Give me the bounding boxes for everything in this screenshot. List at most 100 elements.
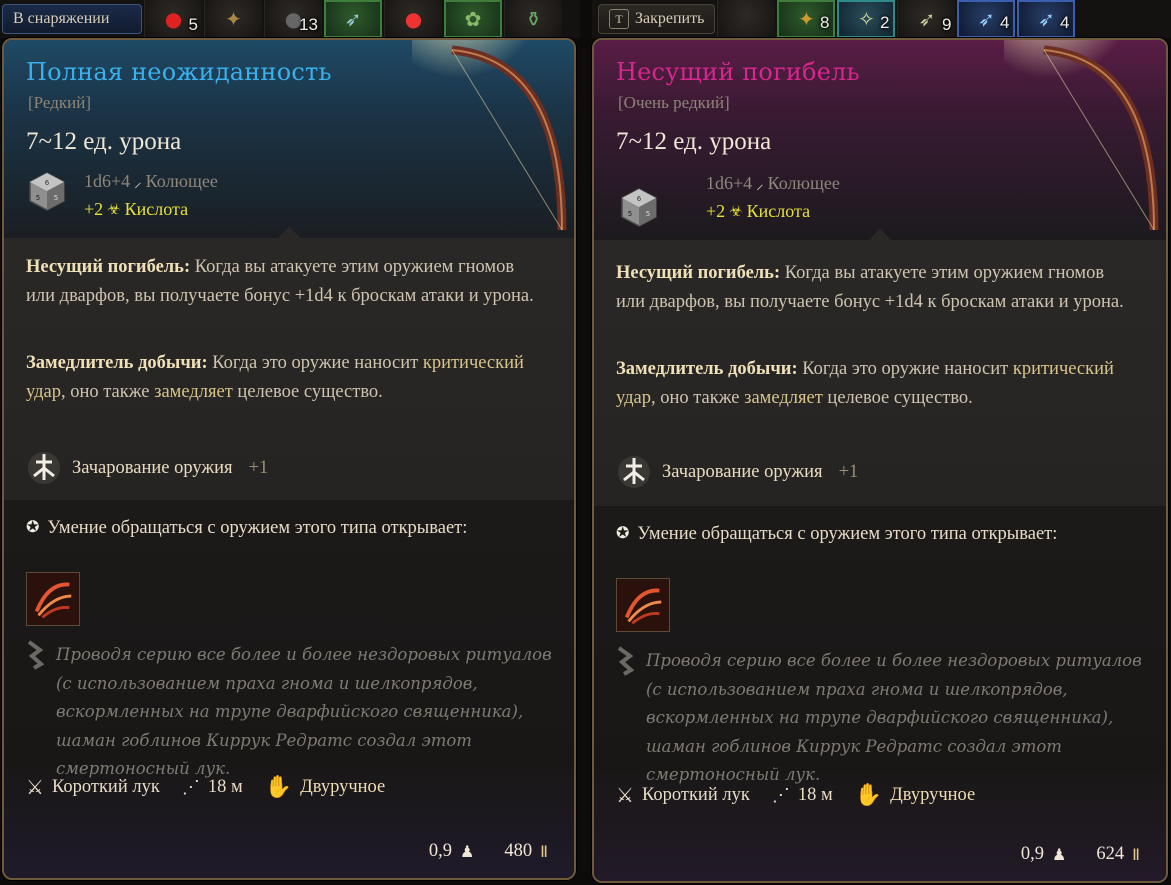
medal-icon: ✪ bbox=[616, 525, 630, 542]
hotbar-slot[interactable]: ✦ 8 bbox=[777, 0, 836, 38]
weapon-type[interactable]: ⚔ Короткий лук bbox=[616, 783, 750, 808]
passive-text: целевое существо. bbox=[822, 387, 973, 408]
passive-slowing: Замедлитель добычи: Когда это оружие нан… bbox=[26, 349, 546, 406]
hotbar-slot[interactable]: ● 13 bbox=[264, 0, 322, 38]
bow-icon bbox=[412, 40, 567, 231]
hotbar-slot[interactable]: ➶ bbox=[324, 0, 382, 38]
item-title: Несущий погибель bbox=[616, 58, 860, 86]
weapon-type-label: Короткий лук bbox=[641, 784, 750, 805]
item-tooltip-card: Несущий погибель [Очень редкий] 7~12 ед.… bbox=[592, 38, 1168, 883]
arrows-bundle-icon: ✦ bbox=[798, 7, 815, 31]
hotbar-slot[interactable]: ➶ 4 bbox=[1017, 0, 1076, 38]
item-damage: 7~12 ед. урона bbox=[26, 128, 182, 155]
hotbar-left: В снаряжении ● 5 ✦ ● 13 ➶ ● ✿ ⚱ bbox=[0, 0, 580, 38]
hotbar-slot[interactable]: ● 5 bbox=[144, 0, 202, 38]
price-value: 624 bbox=[1096, 844, 1125, 864]
weapon-enchantment: Зачарование оружия +1 bbox=[616, 454, 858, 490]
proficiency-unlock: ✪ Умение обращаться с оружием этого типа… bbox=[616, 520, 1076, 548]
damage-dice: 1d6+4 bbox=[706, 173, 753, 193]
damage-type: Колющее bbox=[145, 171, 218, 191]
weapon-action-icon[interactable] bbox=[26, 572, 80, 626]
range-icon: ⋰ bbox=[181, 776, 200, 797]
passive-text: Когда это оружие наносит bbox=[207, 353, 423, 373]
dice-icon: 6 5 5 bbox=[621, 188, 657, 227]
tooltip-header: Несущий погибель [Очень редкий] 7~12 ед.… bbox=[594, 40, 1166, 238]
apple-icon: ● bbox=[404, 7, 423, 31]
slot-count: 4 bbox=[999, 13, 1010, 32]
passive-name: Несущий погибель: bbox=[616, 263, 781, 283]
flask-icon: ⚱ bbox=[525, 7, 542, 31]
bonus-damage-line: +2 ☣ Кислота bbox=[84, 199, 188, 220]
slot-count: 4 bbox=[1059, 13, 1070, 32]
passive-text: Когда это оружие наносит bbox=[797, 359, 1013, 379]
hotbar-slot[interactable]: ➶ 4 bbox=[957, 0, 1016, 38]
weapon-range[interactable]: ⋰ 18 м bbox=[182, 777, 243, 798]
passive-bane: Несущий погибель: Когда вы атакуете этим… bbox=[616, 259, 1136, 316]
hotbar-slot[interactable]: ✧ 2 bbox=[837, 0, 896, 38]
arrow-icon: ➶ bbox=[344, 7, 362, 31]
item-title: Полная неожиданность bbox=[26, 58, 332, 86]
hotbar-slot[interactable]: ✿ bbox=[444, 0, 502, 38]
weapon-action-icon[interactable] bbox=[616, 578, 670, 632]
item-rarity: [Очень редкий] bbox=[618, 93, 730, 112]
hotbar-slot[interactable]: ● bbox=[384, 0, 442, 38]
piercing-icon: ⸝ bbox=[756, 176, 764, 193]
item-damage: 7~12 ед. урона bbox=[616, 128, 772, 155]
bonus-damage-type: Кислота bbox=[746, 201, 811, 221]
tooltip-details: ✪ Умение обращаться с оружием этого типа… bbox=[594, 506, 1166, 881]
dice-icon: 6 5 5 bbox=[29, 172, 65, 211]
bow-icon bbox=[1004, 40, 1159, 231]
scroll-icon: ✦ bbox=[225, 7, 242, 31]
pin-tab[interactable]: T Закрепить bbox=[598, 4, 716, 34]
range-value: 18 м bbox=[207, 776, 243, 797]
bonus-damage: +2 bbox=[706, 201, 726, 221]
equipped-tab[interactable]: В снаряжении bbox=[2, 4, 142, 34]
enchantment-icon bbox=[28, 452, 60, 484]
keyword-slowed[interactable]: замедляет bbox=[154, 382, 233, 402]
tooltip-passives: Несущий погибель: Когда вы атакуете этим… bbox=[4, 226, 574, 500]
acid-icon: ☣ bbox=[729, 204, 743, 220]
passive-text: , оно также bbox=[650, 387, 745, 408]
svg-text:5: 5 bbox=[54, 194, 58, 202]
acid-icon: ☣ bbox=[107, 202, 121, 218]
passive-name: Несущий погибель: bbox=[26, 257, 191, 277]
hotbar-slot[interactable]: ⚱ bbox=[504, 0, 562, 38]
slot-count: 13 bbox=[299, 15, 318, 34]
weapon-range[interactable]: ⋰ 18 м bbox=[772, 785, 833, 806]
hotbar-slot[interactable]: ➶ 9 bbox=[897, 0, 956, 38]
weapon-enchantment: Зачарование оружия +1 bbox=[26, 450, 268, 486]
hand-icon: ✋ bbox=[854, 782, 883, 807]
passive-name: Замедлитель добычи: bbox=[616, 359, 798, 379]
svg-text:6: 6 bbox=[45, 179, 50, 187]
weight-value: 0,9 bbox=[428, 841, 453, 861]
weapon-type-label: Короткий лук bbox=[51, 776, 160, 797]
pin-hotkey: T bbox=[609, 9, 629, 29]
gold-icon: Ⅱ bbox=[540, 843, 548, 861]
enchantment-icon bbox=[618, 456, 650, 488]
bonus-damage-line: +2 ☣ Кислота bbox=[706, 201, 810, 222]
weapon-handedness[interactable]: ✋ Двуручное bbox=[265, 774, 386, 800]
keyword-slowed[interactable]: замедляет bbox=[744, 388, 823, 408]
weapon-handedness[interactable]: ✋ Двуручное bbox=[855, 782, 976, 808]
hotbar-slot[interactable]: ✦ bbox=[204, 0, 262, 38]
price-value: 480 bbox=[504, 841, 533, 861]
equipped-tab-label: В снаряжении bbox=[13, 10, 110, 27]
item-footer: 0,9 ♟ 480 Ⅱ bbox=[429, 841, 548, 862]
weapon-type[interactable]: ⚔ Короткий лук bbox=[26, 775, 160, 800]
hand-icon: ✋ bbox=[264, 774, 293, 799]
svg-text:5: 5 bbox=[628, 210, 632, 218]
hotbar-slot[interactable] bbox=[717, 0, 776, 38]
weapon-properties: ⚔ Короткий лук ⋰ 18 м ✋ Двуручное bbox=[26, 774, 407, 800]
damage-dice-line: 1d6+4 ⸝ Колющее bbox=[706, 173, 840, 194]
proficiency-unlock: ✪ Умение обращаться с оружием этого типа… bbox=[26, 514, 486, 542]
enchantment-label: Зачарование оружия bbox=[662, 461, 823, 482]
weight-value: 0,9 bbox=[1020, 844, 1045, 864]
item-lore: Проводя серию все более и более нездоров… bbox=[646, 651, 1142, 784]
tooltip-details: ✪ Умение обращаться с оружием этого типа… bbox=[4, 500, 574, 878]
piercing-icon: ⸝ bbox=[134, 174, 142, 191]
item-footer: 0,9 ♟ 624 Ⅱ bbox=[1021, 844, 1140, 865]
damage-dice-line: 1d6+4 ⸝ Колющее bbox=[84, 171, 218, 192]
svg-text:5: 5 bbox=[646, 210, 650, 218]
item-rarity: [Редкий] bbox=[28, 93, 91, 112]
arrow-icon: ➶ bbox=[978, 7, 995, 31]
